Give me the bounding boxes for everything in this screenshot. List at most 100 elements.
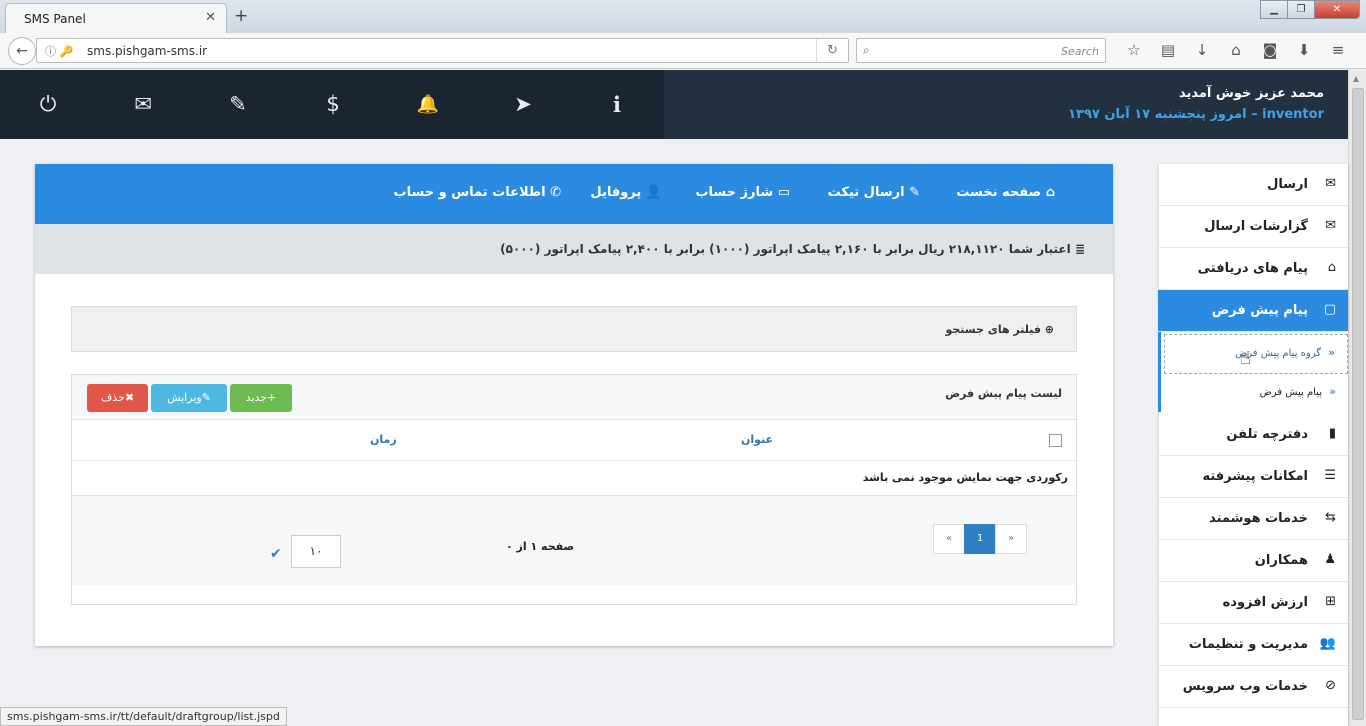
tab-home[interactable]: ⌂ صفحه نخست xyxy=(956,185,1055,200)
browser-toolbar: ☆ ▤ ↓ ⌂ ◙ ⬇ ≡ xyxy=(1117,41,1355,59)
username-link[interactable]: inventor xyxy=(1262,107,1324,122)
filters-label: ⊕ فیلتر های جستجو xyxy=(945,323,1054,336)
downloads-icon[interactable]: ↓ xyxy=(1185,41,1219,59)
credit-bar: ≣ اعتبار شما ۲۱۸,۱۱۲۰ ریال برابر با ۲,۱۶… xyxy=(35,224,1113,274)
users-icon: 👥 xyxy=(1319,636,1336,651)
double-angle-icon: » xyxy=(1328,346,1335,359)
power-icon[interactable]: ⏻ xyxy=(33,92,63,117)
sidebar-subitem-default-message[interactable]: » پیام پیش فرض xyxy=(1164,374,1348,414)
home-icon[interactable]: ⌂ xyxy=(1219,41,1253,59)
edit-button-label: ویرایش xyxy=(167,391,202,404)
credit-card-icon: ▭ xyxy=(777,185,790,200)
delete-button-label: حذف xyxy=(100,391,125,404)
credit-text: ≣ اعتبار شما ۲۱۸,۱۱۲۰ ریال برابر با ۲,۱۶… xyxy=(500,242,1085,256)
plus-icon: + xyxy=(267,391,277,404)
menu-icon[interactable]: ≡ xyxy=(1321,41,1355,59)
app-header: محمد عزیز خوش آمدید inventor – امروز پنج… xyxy=(0,70,1348,139)
pocket-icon[interactable]: ◙ xyxy=(1253,41,1287,59)
pagination-area: « 1 » صفحه ۱ از ۰ ۱۰ ✔ xyxy=(72,495,1076,585)
sidebar-item-value-added[interactable]: ⊞ ارزش افزوده xyxy=(1159,582,1348,624)
sidebar-item-label: خدمات وب سرویس xyxy=(1182,679,1308,694)
sidebar-item-web-services[interactable]: ⊘ خدمات وب سرویس xyxy=(1159,666,1348,708)
search-placeholder: Search xyxy=(1060,45,1099,58)
apply-check-icon[interactable]: ✔ xyxy=(270,546,282,562)
today-date: – امروز پنجشنبه ۱۷ آبان ۱۳۹۷ xyxy=(1068,107,1258,122)
sidebar-item-default-message[interactable]: ▢ پیام پیش فرض xyxy=(1158,290,1348,332)
prev-page-button[interactable]: » xyxy=(995,524,1027,554)
top-nav: ⌂ صفحه نخست ✎ ارسال تیکت ▭ شارژ حساب 👤 پ… xyxy=(35,164,1113,224)
retweet-icon: ⇆ xyxy=(1325,510,1336,525)
new-button[interactable]: +جدید xyxy=(230,384,292,412)
page-scrollbar[interactable]: ▲ xyxy=(1348,70,1366,726)
back-button[interactable]: ← xyxy=(8,37,36,65)
bell-icon[interactable]: 🔔 xyxy=(413,94,443,115)
reload-button[interactable]: ↻ xyxy=(816,39,848,62)
sidebar-item-send-reports[interactable]: ✉ گزارشات ارسال xyxy=(1159,206,1348,248)
edit-button[interactable]: ✎ویرایش xyxy=(151,384,227,412)
page-size-input[interactable]: ۱۰ xyxy=(291,535,341,568)
user-info-area: محمد عزیز خوش آمدید inventor – امروز پنج… xyxy=(664,70,1348,139)
sidebar-item-inbox[interactable]: ⌂ پیام های دریافتی xyxy=(1159,248,1348,290)
info-icon[interactable]: i xyxy=(602,92,632,117)
maximize-button[interactable]: ❐ xyxy=(1287,0,1315,19)
envelope-outline-icon: ✉ xyxy=(1325,218,1336,233)
check-circle-icon: ⊘ xyxy=(1325,678,1336,693)
column-title[interactable]: عنوان xyxy=(741,433,773,446)
sidebar-item-advanced[interactable]: ☰ امکانات پیشرفته xyxy=(1159,456,1348,498)
browser-search-input[interactable]: ⌕ Search xyxy=(856,38,1106,63)
url-text[interactable]: sms.pishgam-sms.ir xyxy=(87,44,207,58)
minimize-button[interactable]: ▁ xyxy=(1260,0,1288,19)
sidebar-item-label: گزارشات ارسال xyxy=(1204,219,1308,234)
empty-message: رکوردی جهت نمایش موجود نمی باشد xyxy=(862,471,1068,484)
tab-profile[interactable]: 👤 پروفایل xyxy=(590,185,662,200)
sidebar-item-phonebook[interactable]: ▮ دفترچه تلفن xyxy=(1159,414,1348,456)
main-panel: ⌂ صفحه نخست ✎ ارسال تیکت ▭ شارژ حساب 👤 پ… xyxy=(35,164,1113,646)
home-icon: ⌂ xyxy=(1045,185,1055,200)
bookmark-star-icon[interactable]: ☆ xyxy=(1117,41,1151,59)
reading-list-icon[interactable]: ▤ xyxy=(1151,41,1185,59)
sidebar-item-partners[interactable]: ♟ همکاران xyxy=(1159,540,1348,582)
tab-home-label: صفحه نخست xyxy=(956,185,1042,200)
sidebar-item-label: ارسال xyxy=(1267,177,1308,192)
sidebar-item-management[interactable]: 👥 مدیریت و تنظیمات xyxy=(1159,624,1348,666)
date-line: inventor – امروز پنجشنبه ۱۷ آبان ۱۳۹۷ xyxy=(1068,107,1324,122)
ticket-icon[interactable]: ✎ xyxy=(223,92,253,116)
next-page-button[interactable]: « xyxy=(933,524,965,554)
sidebar-item-label: پیام های دریافتی xyxy=(1197,261,1308,276)
mail-icon[interactable]: ✉ xyxy=(128,92,158,116)
new-button-label: جدید xyxy=(245,391,268,404)
book-icon: ▮ xyxy=(1328,426,1336,441)
scrollbar-thumb[interactable] xyxy=(1352,88,1364,720)
select-all-checkbox[interactable] xyxy=(1049,434,1062,447)
sidebar-subitem-default-group[interactable]: » گروه پیام پیش فرض xyxy=(1164,334,1348,374)
site-info-icon[interactable]: ⓘ 🔑 xyxy=(45,43,73,59)
new-tab-button[interactable]: + xyxy=(234,6,248,26)
send-icon[interactable]: ➤ xyxy=(508,92,538,116)
tab-contact-info[interactable]: ✆ اطلاعات تماس و حساب xyxy=(394,185,561,200)
close-icon[interactable]: ✕ xyxy=(205,10,216,25)
times-icon: ✖ xyxy=(124,391,135,404)
double-angle-icon: » xyxy=(1329,385,1336,398)
window-close-button[interactable]: ✕ xyxy=(1314,0,1360,19)
column-time[interactable]: زمان xyxy=(370,433,397,446)
browser-tab[interactable]: SMS Panel ✕ xyxy=(5,3,227,33)
tab-charge-account[interactable]: ▭ شارژ حساب xyxy=(695,185,790,200)
extension-icon[interactable]: ⬇ xyxy=(1287,41,1321,59)
scroll-up-icon[interactable]: ▲ xyxy=(1353,74,1359,83)
window-controls: ▁ ❐ ✕ xyxy=(1260,0,1360,20)
sidebar: ✉ ارسال ✉ گزارشات ارسال ⌂ پیام های دریافتی … xyxy=(1158,164,1348,726)
page-1-button[interactable]: 1 xyxy=(964,524,996,554)
envelope-icon: ✉ xyxy=(1325,176,1336,191)
ticket-icon: ✎ xyxy=(909,185,920,200)
tab-send-ticket[interactable]: ✎ ارسال تیکت xyxy=(828,185,920,200)
browser-tabbar: SMS Panel ✕ + ▁ ❐ ✕ xyxy=(0,0,1366,33)
sidebar-item-smart-services[interactable]: ⇆ خدمات هوشمند xyxy=(1159,498,1348,540)
sidebar-item-send[interactable]: ✉ ارسال xyxy=(1159,164,1348,206)
url-bar[interactable]: ⓘ 🔑 sms.pishgam-sms.ir ↻ xyxy=(36,38,849,63)
delete-button[interactable]: ✖حذف xyxy=(87,384,148,412)
search-filters-toggle[interactable]: ⊕ فیلتر های جستجو xyxy=(71,306,1077,352)
square-icon: ▢ xyxy=(1323,302,1336,317)
database-icon: ≣ xyxy=(1074,242,1085,256)
dollar-icon[interactable]: $ xyxy=(318,92,348,116)
browser-navbar: ← ⓘ 🔑 sms.pishgam-sms.ir ↻ ⌕ Search ☆ ▤ … xyxy=(0,33,1366,69)
